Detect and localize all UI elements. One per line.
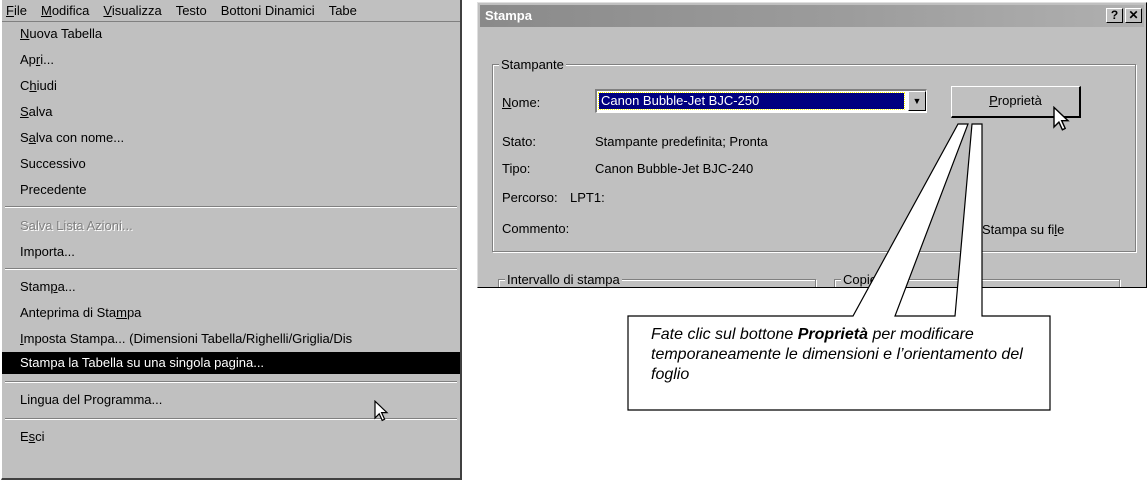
copies-group-label: Copie bbox=[841, 272, 879, 287]
print-range-group-label: Intervallo di stampa bbox=[505, 272, 622, 287]
printer-name-value: Canon Bubble-Jet BJC-250 bbox=[598, 92, 905, 110]
menu-testo[interactable]: Testo bbox=[169, 3, 214, 18]
close-button[interactable]: ✕ bbox=[1125, 8, 1142, 23]
type-label: Tipo: bbox=[502, 161, 531, 176]
menu-separator bbox=[5, 268, 457, 270]
status-label: Stato: bbox=[502, 134, 536, 149]
menu-item-salva-con-nome[interactable]: Salva con nome... bbox=[2, 127, 460, 149]
menu-item-nuova-tabella[interactable]: Nuova Tabella bbox=[2, 23, 460, 45]
menu-item-stampa-singola-pagina[interactable]: Stampa la Tabella su una singola pagina.… bbox=[2, 352, 460, 374]
mouse-pointer-icon bbox=[1053, 106, 1070, 131]
menu-separator bbox=[5, 206, 457, 208]
menu-item-chiudi[interactable]: Chiudi bbox=[2, 75, 460, 97]
menu-item-salva[interactable]: Salva bbox=[2, 101, 460, 123]
menu-item-lingua-del-programma[interactable]: Lingua del Programma... bbox=[2, 389, 460, 411]
menu-modifica[interactable]: Modifica bbox=[34, 3, 96, 18]
menu-separator bbox=[5, 381, 457, 383]
menu-item-precedente[interactable]: Precedente bbox=[2, 179, 460, 201]
callout-text: Fate clic sul bottone Proprietà per modi… bbox=[651, 326, 1023, 383]
mouse-pointer-icon bbox=[374, 400, 389, 422]
menu-item-importa[interactable]: Importa... bbox=[2, 241, 460, 263]
menu-item-esci[interactable]: Esci bbox=[2, 426, 460, 448]
menu-visualizza[interactable]: Visualizza bbox=[96, 3, 168, 18]
status-value: Stampante predefinita; Pronta bbox=[595, 134, 768, 149]
menu-tabella[interactable]: Tabe bbox=[322, 3, 364, 18]
menu-item-imposta-stampa[interactable]: Imposta Stampa... (Dimensioni Tabella/Ri… bbox=[2, 328, 460, 350]
menu-item-anteprima-di-stampa[interactable]: Anteprima di Stampa bbox=[2, 302, 460, 324]
chevron-down-icon[interactable]: ▼ bbox=[908, 91, 926, 111]
menubar: File Modifica Visualizza Testo Bottoni D… bbox=[2, 0, 460, 22]
callout-bold-text: Proprietà bbox=[797, 326, 868, 343]
menu-item-stampa[interactable]: Stampa... bbox=[2, 276, 460, 298]
name-label: Nome: bbox=[502, 95, 541, 110]
printer-name-combobox[interactable]: Canon Bubble-Jet BJC-250 ▼ bbox=[595, 89, 927, 113]
print-dialog: Stampa ? ✕ Stampante Nome: Canon Bubble-… bbox=[477, 2, 1147, 288]
menu-bottoni-dinamici[interactable]: Bottoni Dinamici bbox=[214, 3, 322, 18]
path-value: LPT1: bbox=[570, 190, 605, 205]
help-button[interactable]: ? bbox=[1106, 8, 1123, 23]
copies-groupbox: Copie bbox=[834, 272, 1120, 287]
menu-file[interactable]: File bbox=[2, 3, 34, 18]
file-menu-window: File Modifica Visualizza Testo Bottoni D… bbox=[1, 0, 462, 480]
menu-item-apri[interactable]: Apri... bbox=[2, 49, 460, 71]
print-range-groupbox: Intervallo di stampa bbox=[498, 272, 816, 287]
menu-item-successivo[interactable]: Successivo bbox=[2, 153, 460, 175]
print-to-file-checkbox-label[interactable]: Stampa su file bbox=[982, 222, 1064, 237]
type-value: Canon Bubble-Jet BJC-240 bbox=[595, 161, 754, 176]
dialog-title: Stampa bbox=[485, 8, 532, 23]
path-label: Percorso: bbox=[502, 190, 558, 205]
dialog-titlebar: Stampa ? ✕ bbox=[480, 5, 1144, 27]
comment-label: Commento: bbox=[502, 221, 570, 236]
menu-item-salva-lista-azioni: Salva Lista Azioni... bbox=[20, 218, 133, 233]
printer-group-label: Stampante bbox=[499, 57, 566, 72]
